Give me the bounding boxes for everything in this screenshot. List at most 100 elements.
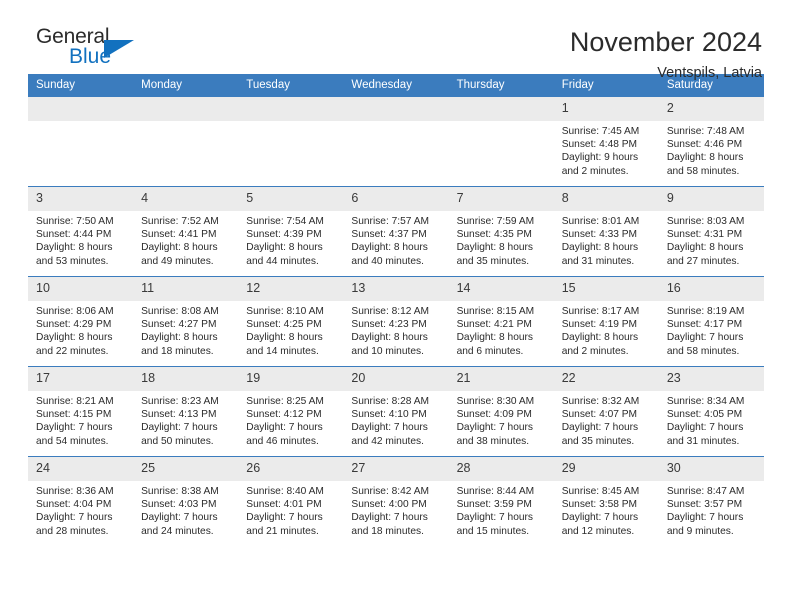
- daylight-text: and 10 minutes.: [351, 345, 424, 357]
- calendar-day-cell[interactable]: 10 Sunrise: 8:06 AM Sunset: 4:29 PM Dayligh…: [28, 276, 134, 367]
- calendar-day-cell[interactable]: 6 Sunrise: 7:57 AM Sunset: 4:37 PM Daylight…: [343, 186, 449, 277]
- day-number: 21: [448, 367, 554, 391]
- daylight-text: and 2 minutes.: [561, 345, 629, 357]
- calendar-day-cell[interactable]: 25 Sunrise: 8:38 AM Sunset: 4:03 PM Dayligh…: [133, 456, 239, 546]
- sunrise-text: Sunrise: 8:19 AM: [666, 306, 745, 317]
- calendar-day-cell[interactable]: 14 Sunrise: 8:15 AM Sunset: 4:21 PM Dayligh…: [448, 276, 554, 367]
- calendar-day-cell[interactable]: 11 Sunrise: 8:08 AM Sunset: 4:27 PM Dayligh…: [133, 276, 239, 367]
- sunset-text: Sunset: 3:57 PM: [666, 499, 743, 511]
- day-details: Sunrise: 8:44 AM Sunset: 3:59 PM Daylight:…: [449, 481, 554, 538]
- daylight-text: and 2 minutes.: [561, 165, 629, 177]
- title-block: November 2024 Ventspils, Latvia: [570, 26, 764, 84]
- day-details: Sunrise: 7:48 AM Sunset: 4:46 PM Daylight:…: [659, 121, 764, 178]
- daylight-text: Daylight: 7 hours: [666, 332, 744, 344]
- calendar-day-cell[interactable]: 20 Sunrise: 8:28 AM Sunset: 4:10 PM Dayligh…: [343, 366, 449, 457]
- day-number: 8: [553, 187, 659, 211]
- calendar-day-cell[interactable]: 15 Sunrise: 8:17 AM Sunset: 4:19 PM Dayligh…: [553, 276, 659, 367]
- calendar-day-cell[interactable]: 3 Sunrise: 7:50 AM Sunset: 4:44 PM Daylight…: [28, 186, 134, 277]
- day-details: Sunrise: 8:10 AM Sunset: 4:25 PM Daylight:…: [238, 301, 343, 358]
- sunrise-text: Sunrise: 8:15 AM: [456, 306, 535, 317]
- day-details: Sunrise: 8:17 AM Sunset: 4:19 PM Daylight:…: [554, 301, 659, 358]
- calendar-day-cell[interactable]: 27 Sunrise: 8:42 AM Sunset: 4:00 PM Dayligh…: [343, 456, 449, 546]
- calendar-day-cell[interactable]: 2 Sunrise: 7:48 AM Sunset: 4:46 PM Daylight…: [658, 96, 764, 187]
- day-number: 6: [343, 187, 449, 211]
- calendar-day-cell[interactable]: 8 Sunrise: 8:01 AM Sunset: 4:33 PM Daylight…: [553, 186, 659, 277]
- sunset-text: Sunset: 4:07 PM: [561, 409, 638, 421]
- day-number: 28: [448, 457, 554, 481]
- daylight-text: Daylight: 7 hours: [456, 422, 534, 434]
- day-details: Sunrise: 7:54 AM Sunset: 4:39 PM Daylight:…: [238, 211, 343, 268]
- daylight-text: and 58 minutes.: [666, 345, 740, 357]
- day-number: 20: [343, 367, 449, 391]
- sunset-text: Sunset: 4:46 PM: [666, 139, 743, 151]
- daylight-text: and 46 minutes.: [246, 435, 319, 447]
- sunset-text: Sunset: 4:21 PM: [456, 319, 532, 331]
- daylight-text: and 35 minutes.: [456, 255, 530, 267]
- daylight-text: and 50 minutes.: [141, 435, 214, 447]
- sunrise-text: Sunrise: 8:03 AM: [666, 216, 745, 227]
- calendar-day-cell[interactable]: 24 Sunrise: 8:36 AM Sunset: 4:04 PM Dayligh…: [28, 456, 134, 546]
- day-number: 7: [448, 187, 554, 211]
- calendar-day-cell[interactable]: 18 Sunrise: 8:23 AM Sunset: 4:13 PM Dayligh…: [133, 366, 239, 457]
- sunset-text: Sunset: 4:05 PM: [666, 409, 743, 421]
- daylight-text: Daylight: 7 hours: [351, 512, 428, 524]
- day-details: Sunrise: 8:03 AM Sunset: 4:31 PM Daylight:…: [659, 211, 764, 268]
- logo-triangle-icon: [104, 40, 134, 58]
- sunrise-text: Sunrise: 8:28 AM: [351, 396, 430, 407]
- calendar-day-cell[interactable]: 29 Sunrise: 8:45 AM Sunset: 3:58 PM Dayligh…: [553, 456, 659, 546]
- column-header-sunday: Sunday: [28, 74, 134, 97]
- calendar-day-cell[interactable]: 22 Sunrise: 8:32 AM Sunset: 4:07 PM Dayligh…: [553, 366, 659, 457]
- calendar-day-cell[interactable]: 5 Sunrise: 7:54 AM Sunset: 4:39 PM Daylight…: [238, 186, 344, 277]
- calendar-week-row: 24 Sunrise: 8:36 AM Sunset: 4:04 PM Dayligh…: [28, 456, 764, 546]
- day-number: 14: [448, 277, 554, 301]
- day-number: 10: [28, 277, 134, 301]
- sunrise-text: Sunrise: 7:52 AM: [141, 216, 219, 227]
- calendar-day-cell[interactable]: 9 Sunrise: 8:03 AM Sunset: 4:31 PM Daylight…: [658, 186, 764, 277]
- sunrise-text: Sunrise: 8:25 AM: [246, 396, 324, 407]
- column-header-wednesday: Wednesday: [343, 74, 449, 97]
- calendar-day-cell[interactable]: 30 Sunrise: 8:47 AM Sunset: 3:57 PM Dayligh…: [658, 456, 764, 546]
- calendar-day-cell[interactable]: 4 Sunrise: 7:52 AM Sunset: 4:41 PM Daylight…: [133, 186, 239, 277]
- calendar-day-cell[interactable]: 7 Sunrise: 7:59 AM Sunset: 4:35 PM Daylight…: [448, 186, 554, 277]
- sunset-text: Sunset: 4:15 PM: [36, 409, 112, 421]
- daylight-text: Daylight: 7 hours: [666, 512, 744, 524]
- daylight-text: and 21 minutes.: [246, 525, 319, 537]
- calendar-day-cell[interactable]: 1 Sunrise: 7:45 AM Sunset: 4:48 PM Daylight…: [553, 96, 659, 187]
- page-subtitle: Ventspils, Latvia: [657, 65, 762, 81]
- sunset-text: Sunset: 4:23 PM: [351, 319, 427, 331]
- daylight-text: Daylight: 7 hours: [561, 422, 639, 434]
- calendar-day-cell[interactable]: 12 Sunrise: 8:10 AM Sunset: 4:25 PM Dayligh…: [238, 276, 344, 367]
- calendar-day-cell[interactable]: 19 Sunrise: 8:25 AM Sunset: 4:12 PM Dayligh…: [238, 366, 344, 457]
- sunset-text: Sunset: 4:19 PM: [561, 319, 638, 331]
- day-number: 9: [658, 187, 764, 211]
- calendar-day-cell[interactable]: 13 Sunrise: 8:12 AM Sunset: 4:23 PM Dayligh…: [343, 276, 449, 367]
- calendar-week-row: 17 Sunrise: 8:21 AM Sunset: 4:15 PM Dayligh…: [28, 366, 764, 457]
- day-details: Sunrise: 8:36 AM Sunset: 4:04 PM Daylight:…: [28, 481, 133, 538]
- calendar-day-cell[interactable]: 28 Sunrise: 8:44 AM Sunset: 3:59 PM Dayligh…: [448, 456, 554, 546]
- daylight-text: Daylight: 8 hours: [456, 332, 534, 344]
- day-number: 30: [658, 457, 764, 481]
- sunrise-text: Sunrise: 7:45 AM: [561, 126, 640, 137]
- calendar-week-row: 3 Sunrise: 7:50 AM Sunset: 4:44 PM Daylight…: [28, 186, 764, 277]
- day-details: Sunrise: 7:57 AM Sunset: 4:37 PM Daylight:…: [343, 211, 448, 268]
- sunrise-text: Sunrise: 8:01 AM: [561, 216, 640, 227]
- calendar-day-cell[interactable]: 17 Sunrise: 8:21 AM Sunset: 4:15 PM Dayligh…: [28, 366, 134, 457]
- calendar-day-cell[interactable]: 23 Sunrise: 8:34 AM Sunset: 4:05 PM Dayligh…: [658, 366, 764, 457]
- page-title: November 2024: [569, 27, 762, 57]
- day-number: 1: [553, 97, 659, 121]
- calendar-table: Sunday Monday Tuesday Wednesday Thursday Frid…: [28, 74, 764, 546]
- sunset-text: Sunset: 4:41 PM: [141, 229, 217, 241]
- day-details: Sunrise: 8:32 AM Sunset: 4:07 PM Daylight:…: [554, 391, 659, 448]
- sunset-text: Sunset: 3:59 PM: [456, 499, 532, 511]
- calendar-day-cell[interactable]: 21 Sunrise: 8:30 AM Sunset: 4:09 PM Dayligh…: [448, 366, 554, 457]
- daylight-text: Daylight: 7 hours: [141, 422, 218, 434]
- daylight-text: and 15 minutes.: [456, 525, 530, 537]
- general-blue-logo[interactable]: General Blue: [28, 26, 156, 74]
- sunrise-text: Sunrise: 8:44 AM: [456, 486, 535, 497]
- daylight-text: and 28 minutes.: [36, 525, 109, 537]
- calendar-day-cell[interactable]: 16 Sunrise: 8:19 AM Sunset: 4:17 PM Dayligh…: [658, 276, 764, 367]
- sunrise-text: Sunrise: 8:45 AM: [561, 486, 640, 497]
- day-number: 13: [343, 277, 449, 301]
- day-details: Sunrise: 7:52 AM Sunset: 4:41 PM Daylight:…: [133, 211, 238, 268]
- calendar-day-cell[interactable]: 26 Sunrise: 8:40 AM Sunset: 4:01 PM Dayligh…: [238, 456, 344, 546]
